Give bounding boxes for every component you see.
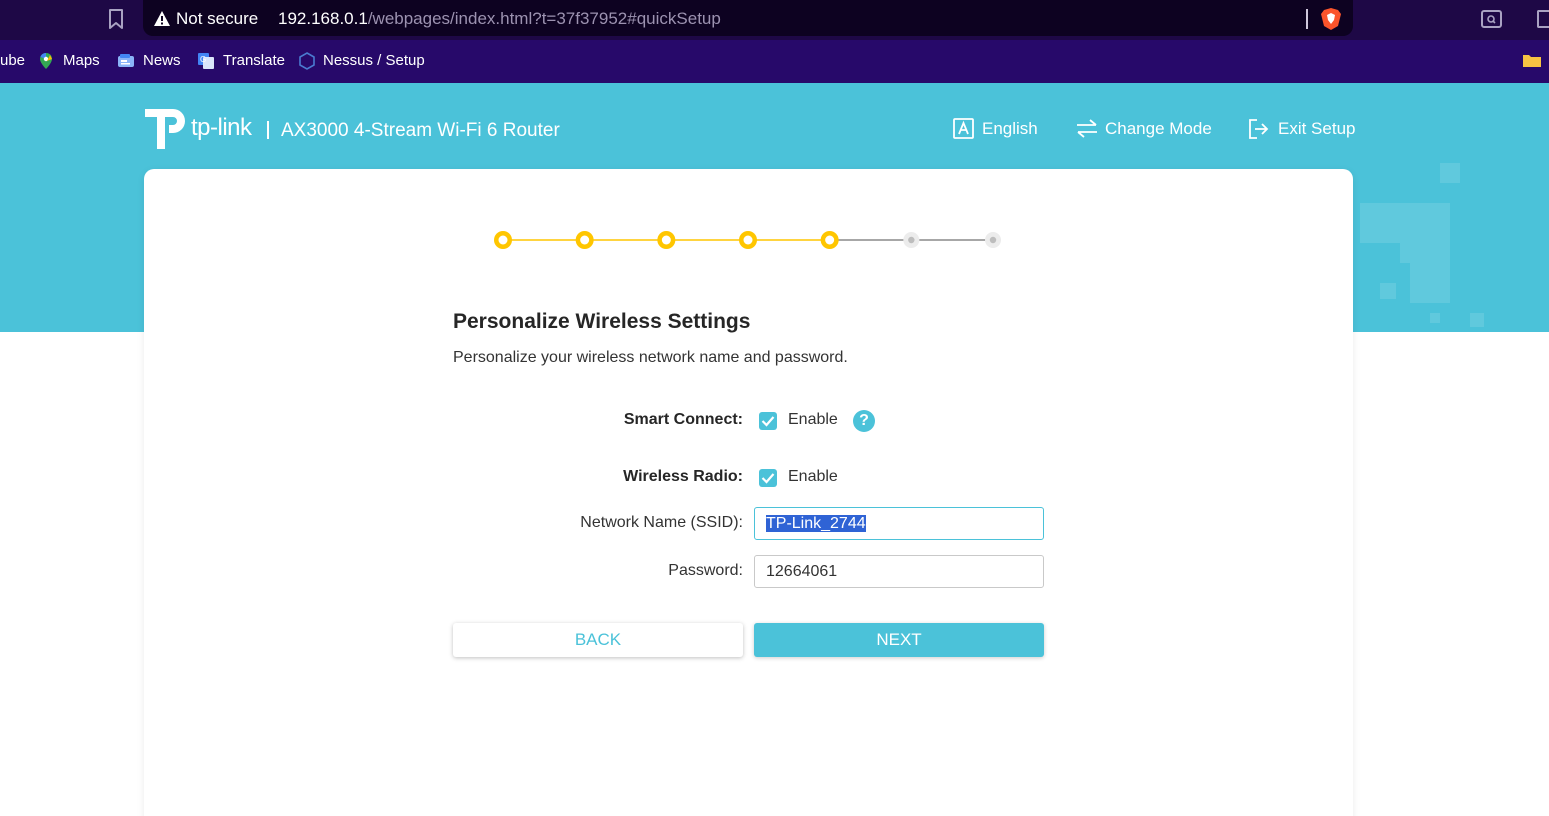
bookmark-page-icon[interactable] <box>104 7 128 31</box>
ssid-label: Network Name (SSID): <box>580 514 743 531</box>
ssid-input[interactable]: TP-Link_2744 <box>754 507 1044 540</box>
exit-setup-label: Exit Setup <box>1278 119 1356 138</box>
language-icon <box>953 118 974 139</box>
reader-mode-icon[interactable] <box>1481 10 1502 28</box>
url-text[interactable]: 192.168.0.1/webpages/index.html?t=37f379… <box>278 9 721 29</box>
change-mode-label: Change Mode <box>1105 119 1212 138</box>
folder-icon[interactable] <box>1522 52 1542 68</box>
wireless-radio-enable-label[interactable]: Enable <box>788 468 838 486</box>
password-input[interactable]: 12664061 <box>754 555 1044 588</box>
language-label: English <box>982 119 1038 138</box>
translate-icon: G <box>198 53 214 69</box>
bookmark-label: ube <box>0 52 26 69</box>
smart-connect-checkbox[interactable] <box>759 412 777 430</box>
bookmark-label: Maps <box>63 52 100 69</box>
window-icon[interactable] <box>1537 10 1549 28</box>
next-button[interactable]: NEXT <box>754 623 1044 657</box>
decorative-pattern <box>1360 163 1484 327</box>
brand-divider <box>267 121 269 139</box>
checkmark-icon <box>761 473 775 484</box>
language-selector[interactable]: English <box>953 117 1043 141</box>
checkmark-icon <box>761 416 775 427</box>
page-description: Personalize your wireless network name a… <box>453 349 848 366</box>
url-path: /webpages/index.html?t=37f37952#quickSet… <box>367 9 721 28</box>
page-title: Personalize Wireless Settings <box>453 310 751 333</box>
password-label: Password: <box>668 562 743 579</box>
maps-pin-icon <box>40 53 52 69</box>
nessus-icon <box>299 52 315 70</box>
news-icon <box>118 54 134 67</box>
brave-shields-icon[interactable] <box>1320 7 1342 31</box>
omnibox-divider <box>1306 9 1308 29</box>
svg-text:G: G <box>200 55 206 64</box>
wireless-radio-checkbox[interactable] <box>759 469 777 487</box>
smart-connect-enable-label[interactable]: Enable <box>788 411 838 429</box>
warning-icon[interactable] <box>153 10 171 27</box>
setup-card <box>144 169 1353 816</box>
back-button[interactable]: BACK <box>453 623 743 657</box>
url-host: 192.168.0.1 <box>278 9 368 28</box>
security-status[interactable]: Not secure <box>176 9 258 29</box>
ssid-value: TP-Link_2744 <box>766 515 866 532</box>
brand-name: tp-link <box>191 114 252 141</box>
router-model: AX3000 4-Stream Wi-Fi 6 Router <box>281 120 560 141</box>
exit-setup-button[interactable]: Exit Setup <box>1248 117 1358 141</box>
wireless-radio-label: Wireless Radio: <box>623 468 743 485</box>
help-icon[interactable]: ? <box>853 410 875 432</box>
change-mode-icon <box>1077 119 1097 138</box>
bookmark-label: News <box>143 52 181 69</box>
password-value: 12664061 <box>766 563 838 580</box>
exit-icon <box>1249 119 1269 139</box>
smart-connect-label: Smart Connect: <box>623 411 743 428</box>
bookmark-label: Translate <box>223 52 285 69</box>
tp-link-logo-icon <box>145 109 185 149</box>
bookmark-label: Nessus / Setup <box>323 52 425 69</box>
change-mode-button[interactable]: Change Mode <box>1076 117 1216 141</box>
